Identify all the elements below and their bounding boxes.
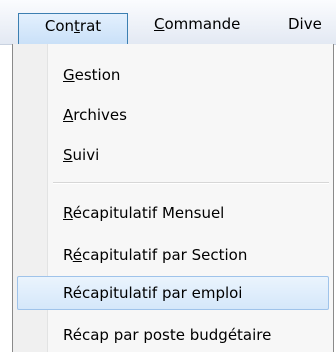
contrat-dropdown-menu: Gestion Archives Suivi Récapitulatif Men… xyxy=(12,44,334,352)
menu-item-recap-section-pre: R xyxy=(63,246,73,264)
menu-item-recap-mensuel[interactable]: Récapitulatif Mensuel xyxy=(17,196,329,230)
menu-item-archives[interactable]: Archives xyxy=(17,98,329,132)
menu-item-recap-emploi-label: Récapitulatif par emploi xyxy=(63,284,243,302)
menu-item-recap-emploi[interactable]: Récapitulatif par emploi xyxy=(17,276,329,310)
menu-item-archives-label: rchives xyxy=(73,106,127,124)
menu-item-recap-mensuel-label: écapitulatif Mensuel xyxy=(72,204,225,222)
menu-item-recap-section-mnemonic: é xyxy=(72,246,82,264)
menu-item-recap-mensuel-mnemonic: R xyxy=(63,204,73,222)
menu-item-suivi-label: uivi xyxy=(72,146,100,164)
menu-separator xyxy=(53,182,329,184)
menu-item-gestion-label: estion xyxy=(74,66,121,84)
menu-contrat[interactable]: Contrat xyxy=(18,13,128,45)
menu-item-gestion[interactable]: Gestion xyxy=(17,58,329,92)
menu-commande[interactable]: Commande xyxy=(154,13,240,37)
menu-contrat-label-rest: rat xyxy=(79,17,102,35)
menu-item-suivi-mnemonic: S xyxy=(63,146,73,164)
menu-bar: Contrat Commande Dive xyxy=(0,0,336,45)
menu-item-gestion-mnemonic: G xyxy=(63,66,75,84)
menu-item-recap-poste-label: Récap par poste budgétaire xyxy=(63,326,272,344)
menu-item-suivi[interactable]: Suivi xyxy=(17,138,329,172)
menu-item-recap-section[interactable]: Récapitulatif par Section xyxy=(17,238,329,272)
menu-divers-label: Dive xyxy=(288,15,322,33)
menu-item-recap-poste[interactable]: Récap par poste budgétaire xyxy=(17,318,329,352)
menu-contrat-label: Con xyxy=(44,17,75,35)
menu-item-archives-mnemonic: A xyxy=(63,106,74,124)
menu-commande-label: ommande xyxy=(164,15,241,33)
menu-divers[interactable]: Dive xyxy=(288,13,322,37)
menu-commande-mnemonic: C xyxy=(154,15,165,33)
menu-item-recap-section-label: capitulatif par Section xyxy=(81,246,248,264)
